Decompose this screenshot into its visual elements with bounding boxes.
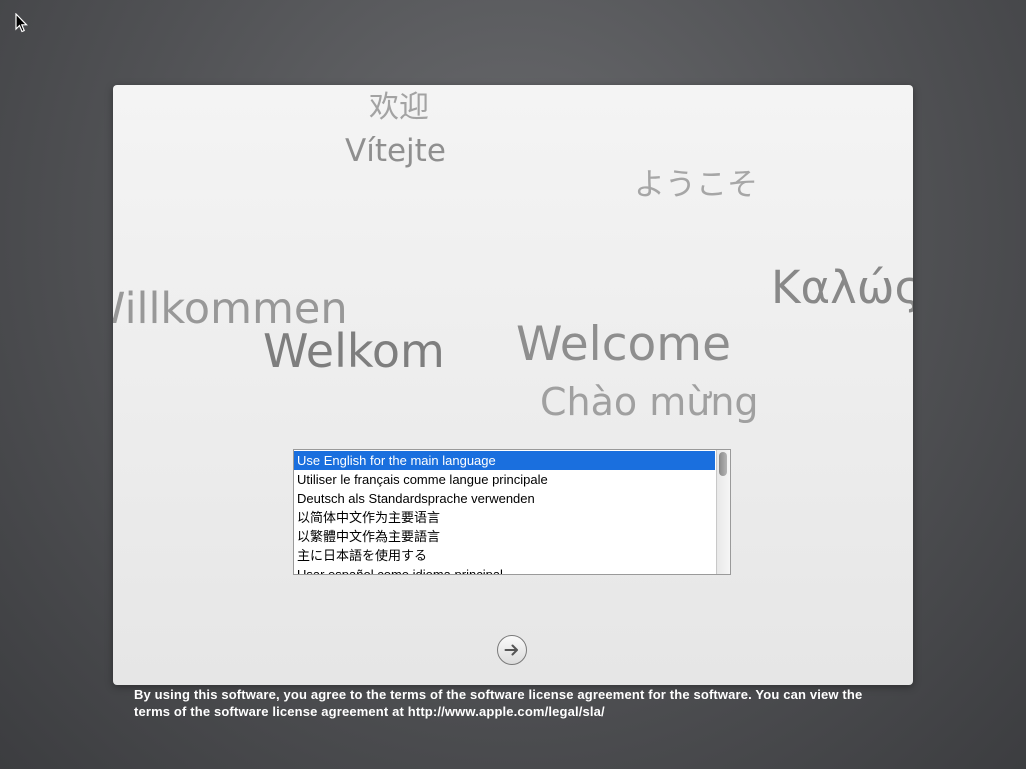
arrow-cursor-icon <box>15 13 28 33</box>
arrow-right-circle-icon <box>504 644 518 656</box>
language-option-spanish[interactable]: Usar español como idioma principal <box>294 565 715 574</box>
greeting-chinese: 欢迎 <box>369 90 429 125</box>
greeting-czech: Vítejte <box>345 133 446 169</box>
language-option-english[interactable]: Use English for the main language <box>294 451 715 470</box>
language-option-traditional-chinese[interactable]: 以繁體中文作為主要語言 <box>294 527 715 546</box>
language-option-simplified-chinese[interactable]: 以简体中文作为主要语言 <box>294 508 715 527</box>
greeting-english: Welcome <box>516 317 731 372</box>
welcome-panel: 欢迎 Vítejte ようこそ Καλώς Willkommen Welkom … <box>113 85 913 685</box>
license-notice: By using this software, you agree to the… <box>134 687 863 719</box>
language-list[interactable]: Use English for the main language Utilis… <box>293 449 731 575</box>
language-option-japanese[interactable]: 主に日本語を使用する <box>294 546 715 565</box>
language-list-items: Use English for the main language Utilis… <box>294 451 715 574</box>
greeting-vietnamese: Chào mừng <box>540 380 759 424</box>
greeting-dutch: Welkom <box>263 324 445 378</box>
language-option-german[interactable]: Deutsch als Standardsprache verwenden <box>294 489 715 508</box>
language-option-french[interactable]: Utiliser le français comme langue princi… <box>294 470 715 489</box>
language-list-scrollbar[interactable] <box>716 450 730 574</box>
scrollbar-thumb[interactable] <box>719 452 727 476</box>
continue-button[interactable] <box>497 635 527 665</box>
greeting-japanese: ようこそ <box>634 167 758 203</box>
greeting-greek: Καλώς <box>771 261 913 314</box>
